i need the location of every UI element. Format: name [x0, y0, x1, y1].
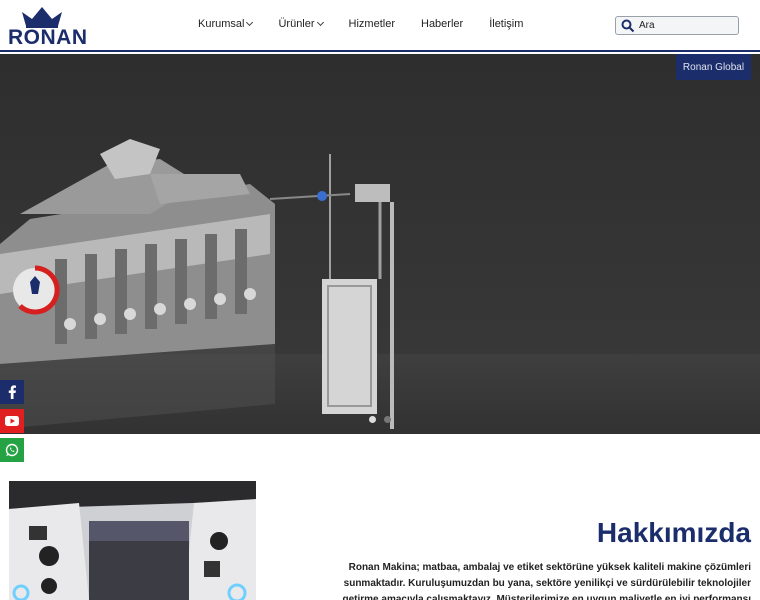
ronan-global-button[interactable]: Ronan Global — [676, 54, 751, 80]
nav-item-label: Haberler — [421, 18, 464, 30]
search-box — [615, 16, 739, 35]
social-bar — [0, 380, 24, 467]
nav-item-iletisim[interactable]: İletişim — [489, 18, 523, 30]
slider-dot[interactable] — [369, 416, 376, 423]
search-icon[interactable] — [621, 19, 635, 33]
crown-icon — [22, 7, 62, 28]
whatsapp-button[interactable] — [0, 438, 24, 462]
about-title: Hakkımızda — [596, 517, 751, 548]
hero-machine-image — [0, 54, 760, 434]
about-image — [9, 481, 256, 600]
logo-text: RONAN — [8, 26, 88, 49]
whatsapp-icon — [5, 443, 19, 457]
nav-item-label: Kurumsal — [198, 18, 245, 30]
site-header: RONAN Kurumsal Ürünler Hizmetler Haberle… — [0, 0, 760, 52]
youtube-button[interactable] — [0, 409, 24, 433]
nav-item-kurumsal[interactable]: Kurumsal — [198, 18, 254, 30]
nav-item-hizmetler[interactable]: Hizmetler — [349, 18, 395, 30]
nav-item-haberler[interactable]: Haberler — [421, 18, 463, 30]
about-text: Ronan Makina; matbaa, ambalaj ve etiket … — [342, 562, 751, 600]
nav-item-label: Ürünler — [278, 18, 315, 30]
search-input[interactable] — [639, 20, 735, 31]
slider-dot[interactable] — [384, 416, 391, 423]
nav-item-label: İletişim — [489, 18, 524, 30]
page: RONAN Kurumsal Ürünler Hizmetler Haberle… — [0, 0, 760, 600]
main-nav: Kurumsal Ürünler Hizmetler Haberler İlet… — [198, 18, 523, 30]
nav-item-label: Hizmetler — [348, 18, 395, 30]
hero-slider: Ronan Global — [0, 54, 760, 434]
facebook-icon — [8, 385, 16, 399]
youtube-icon — [5, 416, 19, 426]
nav-item-urunler[interactable]: Ürünler — [278, 18, 324, 30]
facebook-button[interactable] — [0, 380, 24, 404]
chevron-down-icon — [316, 18, 324, 27]
machine-closeup-image — [9, 481, 256, 600]
chevron-down-icon — [246, 18, 254, 27]
slider-dots — [369, 416, 391, 423]
logo[interactable]: RONAN — [8, 6, 88, 49]
